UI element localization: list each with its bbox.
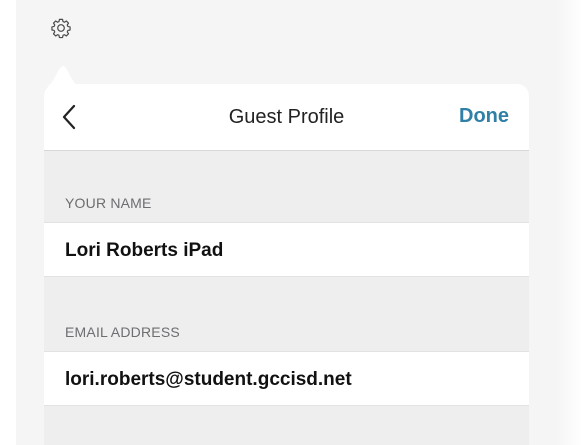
email-field[interactable]: lori.roberts@student.gccisd.net xyxy=(65,369,515,391)
gear-icon[interactable] xyxy=(50,17,72,39)
popover-arrow xyxy=(46,66,80,86)
your-name-row[interactable]: Lori Roberts iPad xyxy=(44,222,529,277)
your-name-label: YOUR NAME xyxy=(65,195,152,211)
email-address-row[interactable]: lori.roberts@student.gccisd.net xyxy=(44,351,529,406)
guest-profile-popover: Guest Profile Done YOUR NAME Lori Robert… xyxy=(44,84,529,445)
page-title: Guest Profile xyxy=(228,106,345,128)
done-button[interactable]: Done xyxy=(459,105,509,128)
left-margin xyxy=(0,0,16,445)
navigation-bar: Guest Profile Done xyxy=(44,84,529,151)
email-address-label: EMAIL ADDRESS xyxy=(65,324,180,340)
your-name-field[interactable]: Lori Roberts iPad xyxy=(65,240,515,262)
right-edge-shadow xyxy=(556,0,583,445)
